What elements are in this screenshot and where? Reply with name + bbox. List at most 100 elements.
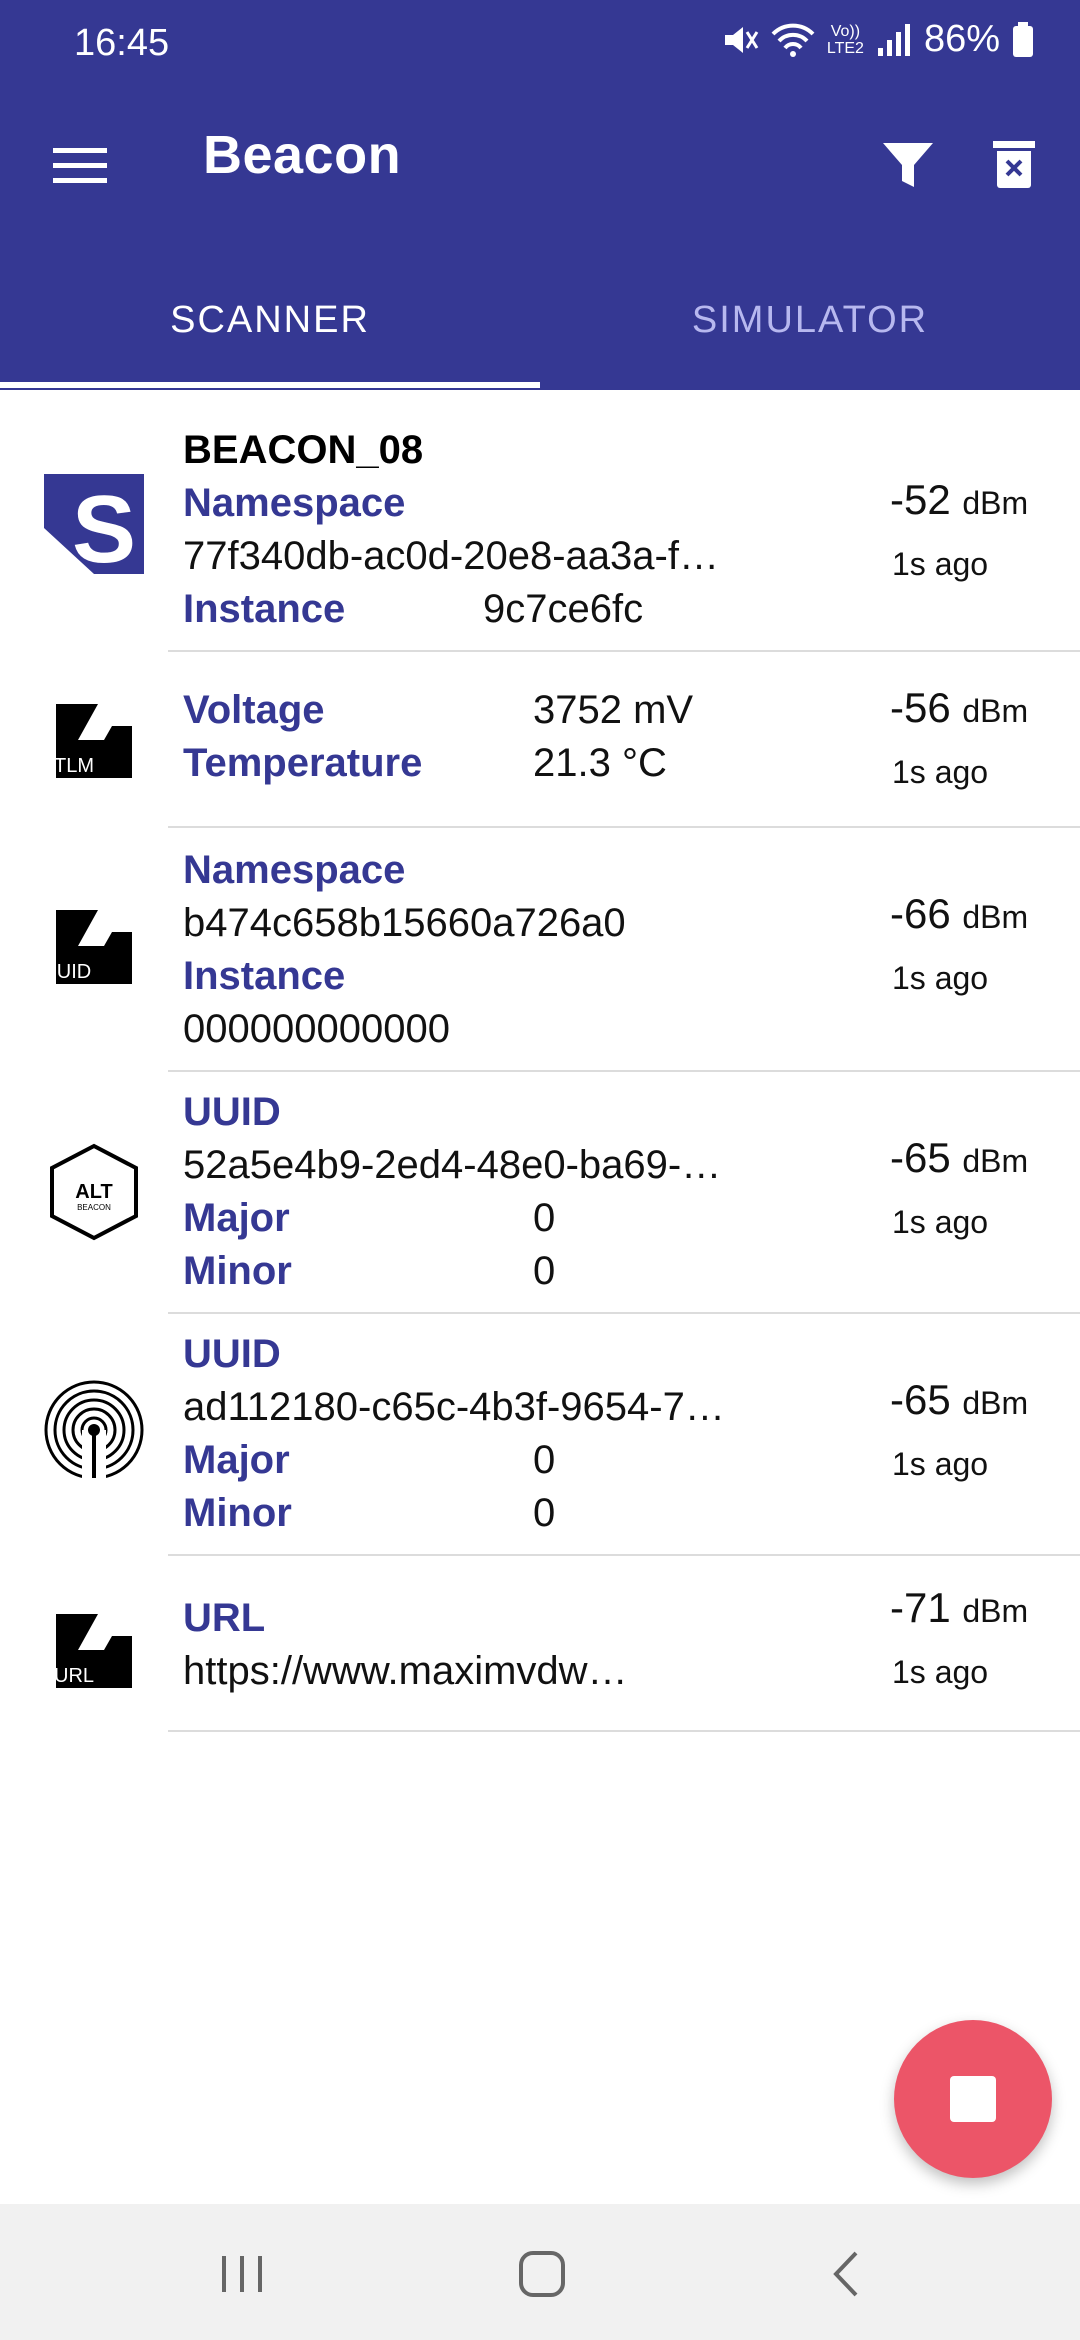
beacon-row[interactable]: TLM Voltage 3752 mV Temperature 21.3 °C … [0, 650, 1080, 828]
rssi-value: -56 [890, 684, 951, 731]
url-icon: URL [42, 1600, 146, 1704]
beacon-details: Namespace b474c658b15660a726a0 Instance … [183, 844, 860, 1056]
altbeacon-icon-bottom: BEACON [77, 1203, 111, 1212]
rssi-unit: dBm [962, 899, 1029, 935]
menu-button[interactable] [44, 130, 116, 202]
voltage-value: 3752 mV [533, 688, 694, 732]
beacon-list: S BEACON_08 Namespace 77f340db-ac0d-20e8… [0, 388, 1080, 1732]
rssi-unit: dBm [962, 693, 1029, 729]
rssi-readout: -56 dBm [890, 684, 1028, 732]
rssi-value: -52 [890, 476, 951, 523]
rssi-readout: -71 dBm [890, 1584, 1028, 1632]
back-button[interactable] [806, 2234, 886, 2314]
beacon-row[interactable]: ALT BEACON UUID 52a5e4b9-2ed4-48e0-ba69-… [0, 1070, 1080, 1314]
rssi-readout: -65 dBm [890, 1134, 1028, 1182]
system-nav-bar [0, 2204, 1080, 2340]
instance-value: 000000000000 [183, 1007, 450, 1051]
minor-line: Minor 0 [183, 1487, 860, 1540]
minor-label: Minor [183, 1249, 292, 1293]
rssi-readout: -66 dBm [890, 890, 1028, 938]
back-icon [833, 2251, 858, 2297]
clear-list-button[interactable] [978, 128, 1050, 200]
home-icon [519, 2251, 565, 2297]
instance-line: Instance 9c7ce6fc [183, 583, 860, 636]
tab-bar: SCANNER SIMULATOR [0, 250, 1080, 390]
filter-button[interactable] [872, 130, 944, 202]
namespace-label: Namespace [183, 848, 406, 892]
major-line: Major 0 [183, 1192, 860, 1245]
url-icon-text: URL [54, 1665, 94, 1687]
namespace-value: b474c658b15660a726a0 [183, 901, 626, 945]
namespace-value: 77f340db-ac0d-20e8-aa3a-f… [183, 534, 719, 578]
last-seen: 1s ago [892, 960, 989, 996]
url-label: URL [183, 1596, 266, 1640]
app-title: Beacon [203, 125, 402, 185]
stop-scan-button[interactable] [894, 2020, 1052, 2178]
uuid-label: UUID [183, 1090, 281, 1134]
beacon-row[interactable]: UUID ad112180-c65c-4b3f-9654-7… Major 0 … [0, 1312, 1080, 1556]
stop-icon [950, 2076, 996, 2122]
rssi-readout: -52 dBm [890, 476, 1028, 524]
major-label: Major [183, 1438, 290, 1482]
home-button[interactable] [502, 2234, 582, 2314]
uid-icon-text: UID [57, 961, 91, 983]
instance-label: Instance [183, 587, 346, 631]
major-value: 0 [533, 1196, 556, 1240]
url-value: https://www.maximvdw… [183, 1649, 628, 1693]
last-seen: 1s ago [892, 1654, 989, 1690]
rssi-unit: dBm [962, 1593, 1029, 1629]
clear-list-icon [993, 141, 1035, 188]
status-time: 16:45 [74, 22, 170, 64]
temperature-line: Temperature 21.3 °C [183, 737, 860, 790]
last-seen: 1s ago [892, 1446, 989, 1482]
rssi-unit: dBm [962, 1385, 1029, 1421]
uuid-value: 52a5e4b9-2ed4-48e0-ba69-… [183, 1143, 722, 1187]
beacon-details: UUID 52a5e4b9-2ed4-48e0-ba69-… Major 0 M… [183, 1086, 860, 1298]
beacon-row[interactable]: UID Namespace b474c658b15660a726a0 Insta… [0, 826, 1080, 1072]
eddystone-s-icon: S [42, 472, 146, 576]
rssi-readout: -65 dBm [890, 1376, 1028, 1424]
minor-line: Minor 0 [183, 1245, 860, 1298]
minor-value: 0 [533, 1249, 556, 1293]
rssi-value: -66 [890, 890, 951, 937]
filter-icon [883, 143, 933, 187]
uuid-value: ad112180-c65c-4b3f-9654-7… [183, 1385, 725, 1429]
status-bar: 16:45 Vo)) LTE2 86% [0, 0, 1080, 100]
altbeacon-icon-top: ALT [75, 1181, 112, 1203]
recents-button[interactable] [202, 2234, 282, 2314]
beacon-name: BEACON_08 [183, 428, 424, 472]
uuid-label: UUID [183, 1332, 281, 1376]
tlm-icon-text: TLM [54, 755, 94, 777]
major-value: 0 [533, 1438, 556, 1482]
rssi-value: -71 [890, 1584, 951, 1631]
minor-value: 0 [533, 1491, 556, 1535]
tab-simulator[interactable]: SIMULATOR [540, 250, 1080, 390]
battery-percent: 86% [923, 18, 1000, 60]
beacon-details: URL https://www.maximvdw… [183, 1592, 860, 1698]
last-seen: 1s ago [892, 546, 989, 582]
major-label: Major [183, 1196, 290, 1240]
recents-icon [222, 2256, 262, 2292]
uid-icon: UID [42, 896, 146, 1000]
rssi-value: -65 [890, 1134, 951, 1181]
ibeacon-icon [42, 1378, 146, 1482]
beacon-details: BEACON_08 Namespace 77f340db-ac0d-20e8-a… [183, 424, 860, 636]
network-label-top: Vo)) [830, 22, 861, 40]
wifi-icon [771, 20, 815, 60]
beacon-row[interactable]: URL URL https://www.maximvdw… -71 dBm 1s… [0, 1554, 1080, 1732]
signal-icon [876, 20, 912, 60]
major-line: Major 0 [183, 1434, 860, 1487]
battery-icon [1012, 21, 1034, 58]
status-icons: Vo)) LTE2 86% [719, 18, 1034, 61]
network-label-bottom: LTE2 [826, 39, 864, 57]
tlm-icon: TLM [42, 690, 146, 794]
rssi-unit: dBm [962, 1143, 1029, 1179]
rssi-unit: dBm [962, 485, 1029, 521]
tab-scanner[interactable]: SCANNER [0, 250, 540, 390]
network-label: Vo)) LTE2 [827, 23, 864, 57]
row-divider [168, 1730, 1080, 1732]
beacon-row[interactable]: S BEACON_08 Namespace 77f340db-ac0d-20e8… [0, 388, 1080, 652]
menu-icon [53, 148, 107, 183]
beacon-details: Voltage 3752 mV Temperature 21.3 °C [183, 684, 860, 790]
instance-label: Instance [183, 954, 346, 998]
